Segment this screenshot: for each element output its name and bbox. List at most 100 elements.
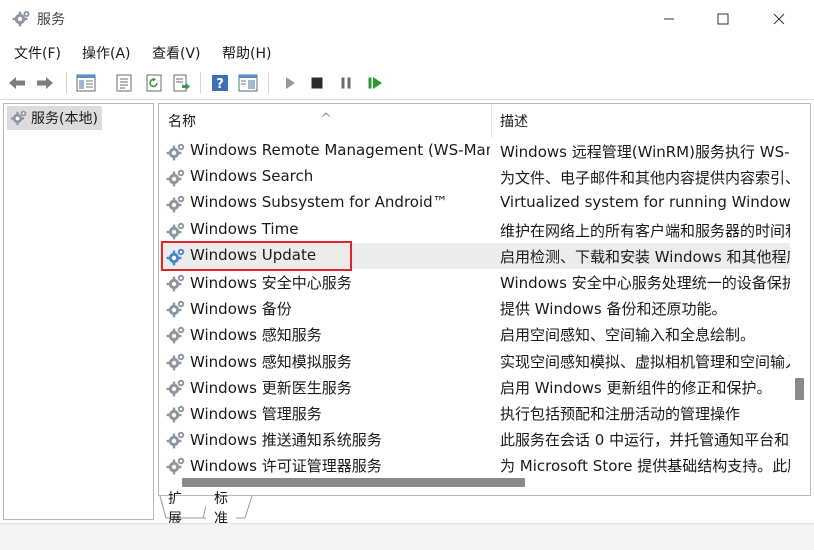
toolbar-separator <box>200 72 201 94</box>
menu-help[interactable]: 帮助(H) <box>222 43 271 63</box>
tree-pane: 服务(本地) <box>3 103 154 520</box>
horizontal-scrollbar-thumb[interactable] <box>182 478 525 487</box>
service-description: Windows 远程管理(WinRM)服务执行 WS-M <box>500 143 790 161</box>
properties-button[interactable] <box>112 71 136 95</box>
table-row[interactable]: Windows 备份 提供 Windows 备份和还原功能。 <box>160 295 790 321</box>
table-row[interactable]: Windows 安全中心服务 Windows 安全中心服务处理统一的设备保护 <box>160 269 790 295</box>
service-name: Windows 感知服务 <box>190 326 322 345</box>
tree-node-services-local[interactable]: 服务(本地) <box>7 106 102 130</box>
menu-file[interactable]: 文件(F) <box>14 43 61 63</box>
tab-standard[interactable]: 标准 <box>206 491 236 527</box>
table-row[interactable]: Windows 感知服务 启用空间感知、空间输入和全息绘制。 <box>160 321 790 347</box>
show-tree-button[interactable] <box>74 71 98 95</box>
menu-bar: 文件(F) 操作(A) 查看(V) 帮助(H) <box>0 38 814 66</box>
service-gear-icon <box>166 430 188 454</box>
close-icon <box>773 13 785 25</box>
service-gear-icon <box>166 299 188 323</box>
export-list-button[interactable] <box>170 71 194 95</box>
service-name: Windows Remote Management (WS-Man... <box>190 141 490 159</box>
table-row[interactable]: Windows 推送通知系统服务 此服务在会话 0 中运行，并托管通知平台和连 <box>160 426 790 452</box>
maximize-icon <box>717 13 729 25</box>
window-title: 服务 <box>37 12 65 28</box>
stop-service-button[interactable] <box>305 71 329 95</box>
service-description: 为文件、电子邮件和其他内容提供内容索引、 <box>500 169 790 188</box>
status-bar <box>0 523 814 550</box>
properties-icon <box>116 74 132 92</box>
service-gear-icon <box>166 247 188 271</box>
start-service-button[interactable] <box>278 71 302 95</box>
service-name: Windows Subsystem for Android™ <box>190 193 448 212</box>
back-arrow-icon <box>9 77 25 89</box>
table-row[interactable]: Windows Subsystem for Android™ Virtualize… <box>160 190 790 216</box>
service-description: 启用 Windows 更新组件的修正和保护。 <box>500 378 772 397</box>
tree-node-label: 服务(本地) <box>31 111 98 127</box>
service-name: Windows 更新医生服务 <box>190 378 352 397</box>
service-gear-icon <box>166 221 188 245</box>
help-icon: ? <box>212 75 228 92</box>
service-description: 启用检测、下载和安装 Windows 和其他程序 <box>500 247 790 266</box>
service-name: Windows 推送通知系统服务 <box>190 431 382 450</box>
service-gear-icon <box>166 456 188 480</box>
table-row[interactable]: Windows Time 维护在网络上的所有客户端和服务器的时间和 <box>160 217 790 243</box>
service-gear-icon <box>166 404 188 428</box>
console-view-icon <box>238 74 258 92</box>
menu-action[interactable]: 操作(A) <box>82 43 131 63</box>
stop-service-icon <box>311 77 323 89</box>
table-row[interactable]: Windows 更新医生服务 启用 Windows 更新组件的修正和保护。 <box>160 374 790 400</box>
restart-service-button[interactable] <box>363 71 387 95</box>
title-bar: 服务 <box>0 0 814 38</box>
minimize-button[interactable] <box>646 0 692 38</box>
service-description: Virtualized system for running Windows S… <box>500 193 790 212</box>
table-row[interactable]: Windows 感知模拟服务 实现空间感知模拟、虚拟相机管理和空间输入 <box>160 348 790 374</box>
minimize-icon <box>664 18 674 20</box>
toolbar-separator <box>268 72 269 94</box>
pause-service-button[interactable] <box>334 71 358 95</box>
service-description: 维护在网络上的所有客户端和服务器的时间和 <box>500 221 790 240</box>
service-description: 提供 Windows 备份和还原功能。 <box>500 300 727 319</box>
services-list: 名称 描述 Windows Remote Management (WS-Man.… <box>158 103 811 496</box>
service-name: Windows Update <box>190 245 317 264</box>
service-description: 为 Microsoft Store 提供基础结构支持。此服 <box>500 457 790 476</box>
toolbar-separator <box>66 72 67 94</box>
console-view-button[interactable] <box>236 71 260 95</box>
table-row[interactable]: Windows 管理服务 执行包括预配和注册活动的管理操作 <box>160 400 790 426</box>
back-button[interactable] <box>5 71 29 95</box>
toolbar: ? <box>0 66 814 100</box>
service-name: Windows 备份 <box>190 300 292 319</box>
service-gear-icon <box>166 325 188 349</box>
sort-ascending-icon <box>322 105 330 121</box>
help-button[interactable]: ? <box>208 71 232 95</box>
service-gear-icon <box>166 142 188 166</box>
table-row[interactable]: Windows 许可证管理器服务 为 Microsoft Store 提供基础结构… <box>160 452 790 478</box>
vertical-scrollbar-thumb[interactable] <box>795 378 804 400</box>
close-button[interactable] <box>756 0 802 38</box>
tab-extended[interactable]: 扩展 <box>160 491 190 527</box>
table-row[interactable]: Windows Search 为文件、电子邮件和其他内容提供内容索引、 <box>160 164 790 190</box>
refresh-button[interactable] <box>142 71 166 95</box>
services-app-icon <box>12 9 32 29</box>
forward-button[interactable] <box>33 71 57 95</box>
table-row[interactable]: Windows Remote Management (WS-Man... Wind… <box>160 138 790 164</box>
service-gear-icon <box>166 352 188 376</box>
svg-text:?: ? <box>216 77 224 92</box>
column-header-description[interactable]: 描述 <box>491 104 810 138</box>
menu-view[interactable]: 查看(V) <box>152 43 201 63</box>
service-gear-icon <box>166 378 188 402</box>
start-service-icon <box>286 77 295 89</box>
service-description: Windows 安全中心服务处理统一的设备保护 <box>500 274 790 292</box>
restart-service-icon <box>368 77 382 89</box>
table-row[interactable]: Windows Update 启用检测、下载和安装 Windows 和其他程序 <box>160 242 790 271</box>
service-name: Windows Search <box>190 167 314 186</box>
service-gear-icon <box>166 273 188 297</box>
maximize-button[interactable] <box>700 0 746 38</box>
service-description: 执行包括预配和注册活动的管理操作 <box>500 405 741 423</box>
services-gear-icon <box>10 109 28 131</box>
export-list-icon <box>173 74 190 92</box>
pause-service-icon <box>341 77 351 89</box>
service-name: Windows 感知模拟服务 <box>190 352 352 371</box>
service-name: Windows 许可证管理器服务 <box>190 457 382 476</box>
service-gear-icon <box>166 194 188 218</box>
forward-arrow-icon <box>37 77 53 89</box>
service-description: 此服务在会话 0 中运行，并托管通知平台和连 <box>500 431 790 450</box>
service-description: 实现空间感知模拟、虚拟相机管理和空间输入 <box>500 352 790 371</box>
